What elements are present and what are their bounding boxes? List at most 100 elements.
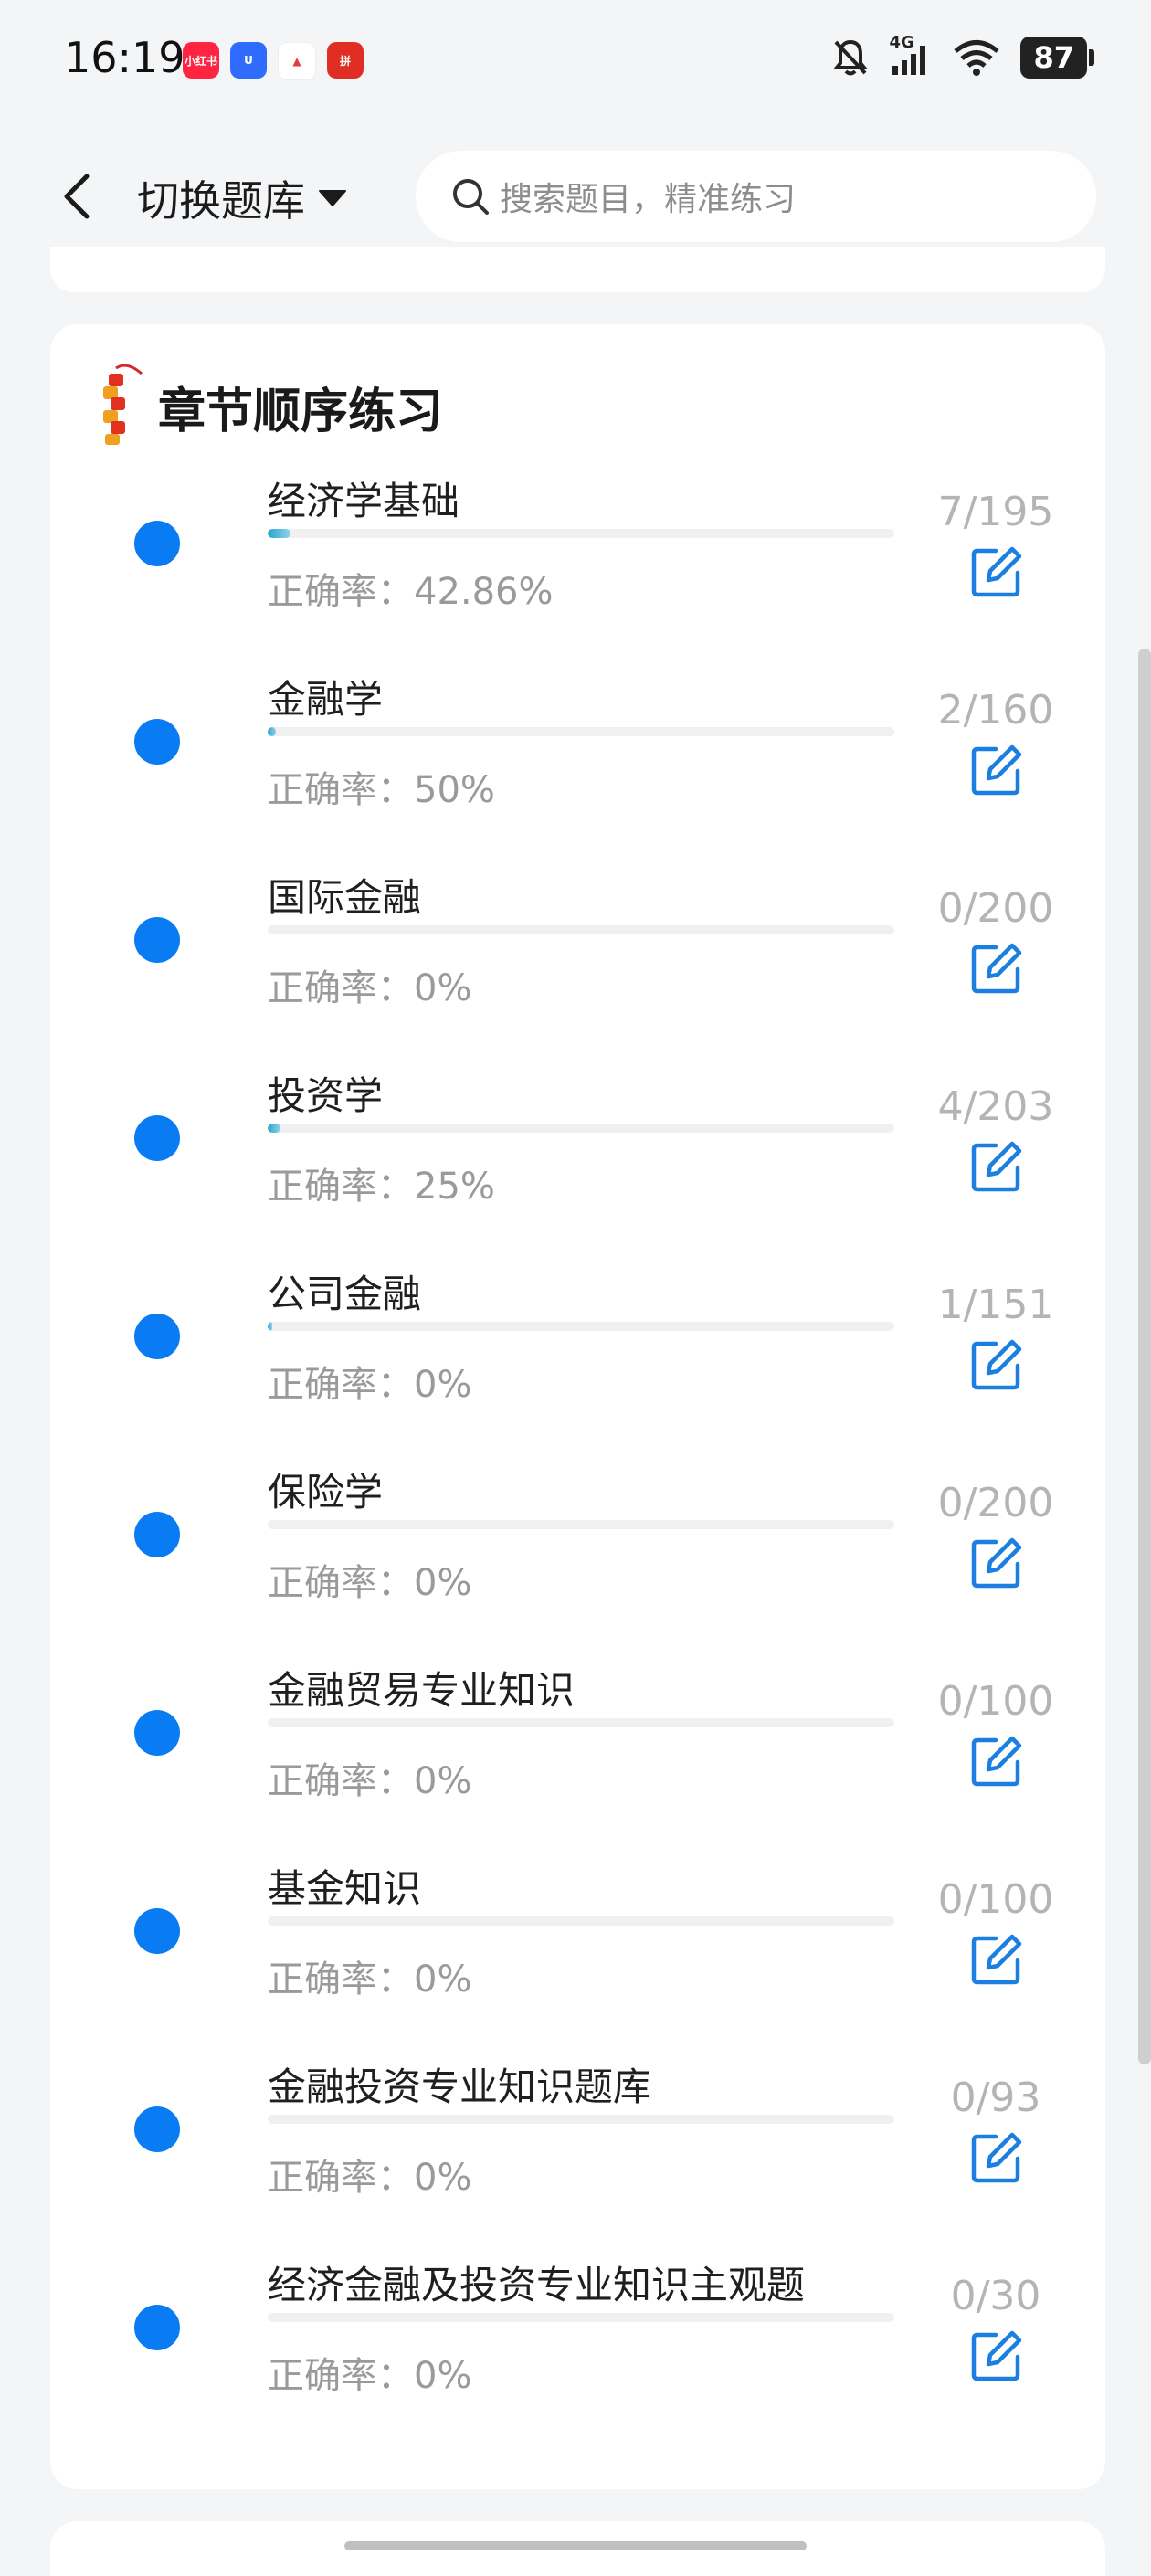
search-input[interactable]: 搜索题目，精准练习 bbox=[416, 151, 1096, 242]
mute-bell-icon bbox=[833, 39, 869, 76]
edit-practice-icon[interactable] bbox=[968, 940, 1025, 997]
edit-practice-icon[interactable] bbox=[968, 544, 1025, 600]
chapter-progress-bar bbox=[268, 2115, 894, 2124]
chapter-accuracy: 正确率：50% bbox=[268, 769, 495, 811]
chapter-name: 经济学基础 bbox=[268, 479, 460, 523]
status-time: 16:19 bbox=[64, 33, 185, 82]
chapter-name: 国际金融 bbox=[268, 875, 422, 920]
chapter-practice-card: 章节顺序练习 经济学基础正确率：42.86% 7/195 金融学正确率：50% 2/1… bbox=[50, 324, 1105, 2489]
chapter-accuracy: 正确率：0% bbox=[268, 967, 472, 1009]
chapter-row[interactable]: 公司金融正确率：0% 1/151 bbox=[50, 1263, 1105, 1462]
chapter-row[interactable]: 投资学正确率：25% 4/203 bbox=[50, 1065, 1105, 1263]
chapter-progress-bar bbox=[268, 1718, 894, 1727]
edit-practice-icon[interactable] bbox=[968, 2129, 1025, 2186]
chapter-name: 金融学 bbox=[268, 677, 384, 722]
switch-question-bank-dropdown[interactable]: 切换题库 bbox=[137, 168, 347, 228]
chapter-progress-fill bbox=[268, 1124, 280, 1133]
chapter-accuracy: 正确率：0% bbox=[268, 1760, 472, 1802]
chapter-accuracy: 正确率：0% bbox=[268, 2355, 472, 2397]
section-title: 章节顺序练习 bbox=[158, 384, 444, 439]
previous-card-bottom bbox=[50, 247, 1105, 292]
caret-down-icon bbox=[319, 190, 346, 206]
chapter-row[interactable]: 基金知识正确率：0% 0/100 bbox=[50, 1858, 1105, 2056]
chapter-row[interactable]: 经济学基础正确率：42.86% 7/195 bbox=[50, 470, 1105, 669]
edit-practice-icon[interactable] bbox=[968, 1535, 1025, 1591]
switch-question-bank-label: 切换题库 bbox=[137, 176, 305, 226]
chapter-question-count: 4/203 bbox=[937, 1083, 1054, 1130]
chapter-progress-bar bbox=[268, 1520, 894, 1529]
firecracker-icon bbox=[103, 364, 143, 445]
chapter-progress-fill bbox=[268, 529, 290, 538]
chapter-row[interactable]: 金融贸易专业知识 正确率：0% 0/100 bbox=[50, 1660, 1105, 1858]
chapter-progress-fill bbox=[268, 1322, 273, 1331]
chapter-question-count: 0/100 bbox=[937, 1678, 1054, 1725]
chapter-row[interactable]: 金融学正确率：50% 2/160 bbox=[50, 669, 1105, 867]
chapter-progress-bar bbox=[268, 1322, 894, 1331]
chapter-question-count: 1/151 bbox=[937, 1282, 1054, 1328]
chapter-question-count: 7/195 bbox=[937, 489, 1054, 535]
chapter-dot bbox=[134, 719, 180, 765]
chapter-name: 基金知识 bbox=[268, 1866, 422, 1911]
chapter-question-count: 0/200 bbox=[937, 885, 1054, 932]
network-type-label: 4G bbox=[889, 33, 914, 52]
chapter-row[interactable]: 保险学正确率：0% 0/200 bbox=[50, 1462, 1105, 1660]
chapter-dot bbox=[134, 1512, 180, 1557]
edit-practice-icon[interactable] bbox=[968, 2328, 1025, 2384]
xiaohongshu-app-icon: 小红书 bbox=[183, 42, 219, 79]
pinduoduo-app-icon: 拼 bbox=[327, 42, 364, 79]
chapter-progress-bar bbox=[268, 1124, 894, 1133]
search-placeholder: 搜索题目，精准练习 bbox=[500, 181, 797, 218]
chapter-progress-bar bbox=[268, 925, 894, 934]
chapter-progress-bar bbox=[268, 2313, 894, 2322]
cellular-signal-icon: 4G bbox=[889, 33, 933, 77]
status-bar: 16:19 小红书 U ▲ 拼 4G 87 bbox=[0, 0, 1151, 128]
chapter-dot bbox=[134, 2106, 180, 2152]
status-indicators: 4G 87 bbox=[832, 33, 1094, 79]
section-header: 章节顺序练习 bbox=[96, 361, 443, 452]
chapter-dot bbox=[134, 2305, 180, 2350]
chapter-accuracy: 正确率：0% bbox=[268, 1958, 472, 2001]
chapter-progress-fill bbox=[268, 727, 276, 736]
chapter-row[interactable]: 国际金融正确率：0% 0/200 bbox=[50, 867, 1105, 1065]
chapter-question-count: 0/200 bbox=[937, 1480, 1054, 1526]
chapter-accuracy: 正确率：25% bbox=[268, 1166, 495, 1208]
search-icon bbox=[450, 176, 491, 216]
chapter-name: 经济金融及投资专业知识主观题 bbox=[268, 2263, 806, 2307]
chapter-accuracy: 正确率：42.86% bbox=[268, 571, 554, 613]
chapter-name: 金融投资专业知识题库 bbox=[268, 2064, 652, 2109]
chapter-dot bbox=[134, 1314, 180, 1359]
chapter-progress-bar bbox=[268, 529, 894, 538]
red-mountain-app-icon: ▲ bbox=[278, 42, 316, 80]
home-indicator[interactable] bbox=[344, 2541, 807, 2550]
chapter-name: 保险学 bbox=[268, 1470, 384, 1515]
scrollbar[interactable] bbox=[1138, 649, 1151, 2064]
chapter-name: 投资学 bbox=[268, 1073, 384, 1118]
chapter-row[interactable]: 经济金融及投资专业知识主观题 正确率：0% 0/30 bbox=[50, 2254, 1105, 2453]
edit-practice-icon[interactable] bbox=[968, 1733, 1025, 1789]
chapter-dot bbox=[134, 1115, 180, 1161]
edit-practice-icon[interactable] bbox=[968, 742, 1025, 798]
top-navigation: 切换题库 搜索题目，精准练习 bbox=[0, 128, 1151, 265]
chapter-question-count: 0/100 bbox=[937, 1876, 1054, 1923]
edit-practice-icon[interactable] bbox=[968, 1138, 1025, 1195]
chapter-row[interactable]: 金融投资专业知识题库 正确率：0% 0/93 bbox=[50, 2056, 1105, 2254]
chapter-dot bbox=[134, 521, 180, 566]
notification-app-icons: 小红书 U ▲ 拼 bbox=[183, 42, 364, 80]
chapter-accuracy: 正确率：0% bbox=[268, 1562, 472, 1604]
chapter-accuracy: 正确率：0% bbox=[268, 2157, 472, 2199]
chapter-question-count: 0/93 bbox=[950, 2075, 1041, 2121]
chapter-question-count: 0/30 bbox=[950, 2273, 1041, 2319]
edit-practice-icon[interactable] bbox=[968, 1931, 1025, 1988]
battery-indicator: 87 bbox=[1020, 37, 1094, 79]
chapter-name: 金融贸易专业知识 bbox=[268, 1668, 576, 1713]
chapter-accuracy: 正确率：0% bbox=[268, 1364, 472, 1406]
back-button[interactable] bbox=[46, 164, 110, 228]
chapter-name: 公司金融 bbox=[268, 1272, 422, 1316]
chapter-dot bbox=[134, 1710, 180, 1756]
edit-practice-icon[interactable] bbox=[968, 1336, 1025, 1393]
chapter-progress-bar bbox=[268, 1916, 894, 1926]
chapter-dot bbox=[134, 917, 180, 963]
chapter-progress-bar bbox=[268, 727, 894, 736]
chapter-dot bbox=[134, 1908, 180, 1954]
chapter-question-count: 2/160 bbox=[937, 687, 1054, 734]
